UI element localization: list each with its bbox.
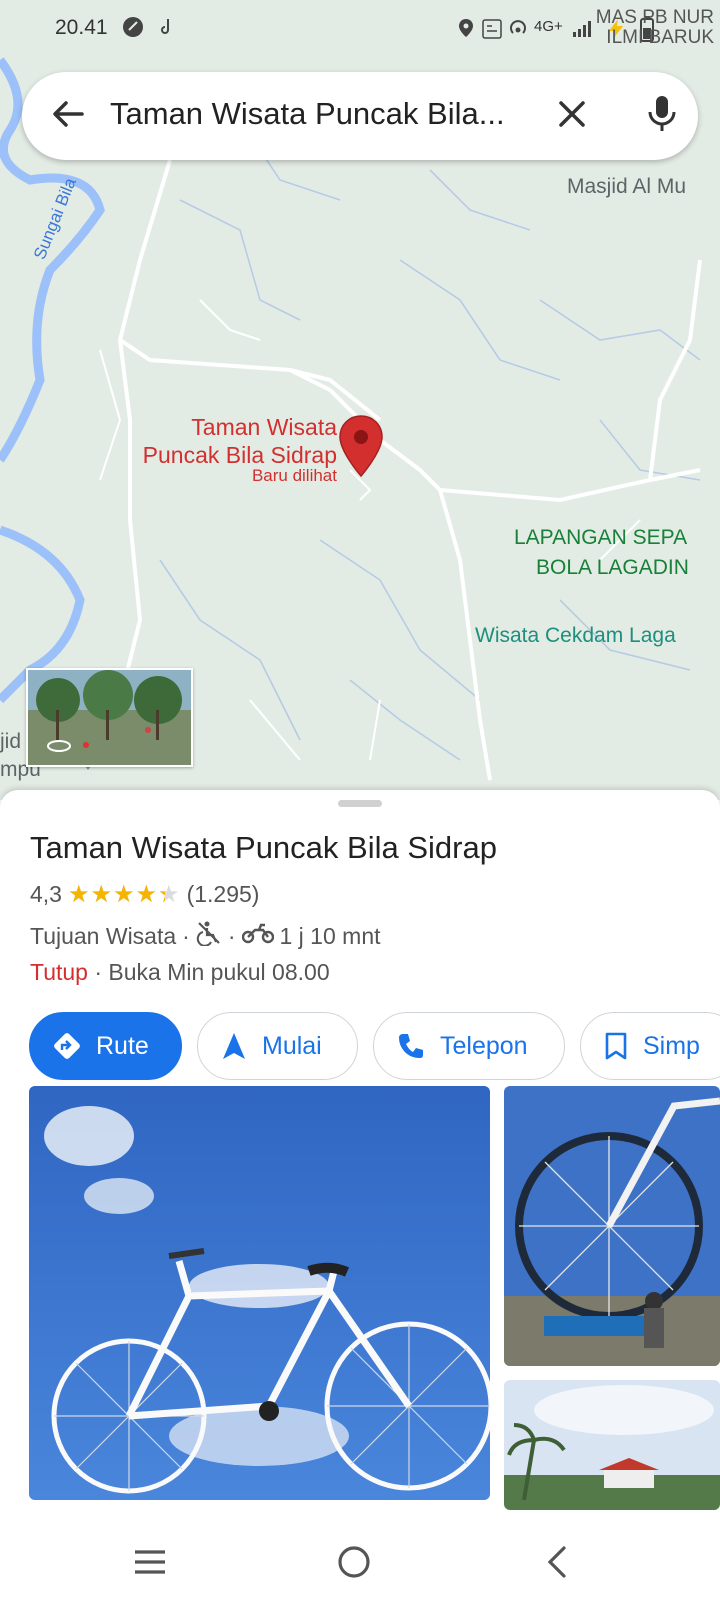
motorcycle-icon xyxy=(241,922,274,950)
separator-1: · xyxy=(182,922,190,949)
status-overlay-line1: MAS PB NUR xyxy=(595,7,714,28)
photo-main[interactable] xyxy=(29,1086,490,1500)
status-time: 20.41 xyxy=(55,16,108,39)
rating-stars: ★★★★★ ★★★★★ xyxy=(68,880,181,909)
category-row: Tujuan Wisata · · 1 j 10 mnt xyxy=(30,920,381,952)
call-button[interactable]: Telepon xyxy=(373,1012,565,1080)
photo-2[interactable] xyxy=(504,1086,720,1366)
bookmark-icon xyxy=(605,1032,627,1060)
directions-icon xyxy=(54,1033,80,1059)
microphone-icon[interactable] xyxy=(642,92,682,141)
pin-title-line1: Taman Wisata xyxy=(191,414,337,440)
save-label: Simp xyxy=(643,1031,700,1060)
360-view-icon xyxy=(47,740,71,752)
recent-apps-icon[interactable] xyxy=(130,1542,170,1582)
system-nav-bar xyxy=(0,1528,720,1600)
location-pin-icon[interactable] xyxy=(338,414,384,483)
hotspot-icon xyxy=(508,18,528,43)
hours-row[interactable]: Tutup · Buka Min pukul 08.00 xyxy=(30,959,330,986)
map-label-lapangan-line2[interactable]: BOLA LAGADIN xyxy=(536,556,689,580)
map-label-masjid[interactable]: Masjid Al Mu xyxy=(567,175,686,199)
opening-info: · Buka Min pukul 08.00 xyxy=(94,959,330,985)
pin-title-line2: Puncak Bila Sidrap xyxy=(142,442,337,468)
route-button[interactable]: Rute xyxy=(29,1012,182,1080)
save-button[interactable]: Simp xyxy=(580,1012,720,1080)
back-arrow-icon[interactable] xyxy=(48,94,88,139)
pin-title[interactable]: Taman Wisata Puncak Bila Sidrap xyxy=(143,413,337,469)
travel-time: 1 j 10 mnt xyxy=(279,922,381,949)
volte-icon xyxy=(482,18,502,42)
rating-row[interactable]: 4,3 ★★★★★ ★★★★★ (1.295) xyxy=(30,880,259,909)
call-label: Telepon xyxy=(440,1031,528,1060)
closed-status: Tutup xyxy=(30,959,88,985)
search-query[interactable]: Taman Wisata Puncak Bila... xyxy=(110,96,540,132)
signal-icon xyxy=(572,20,592,43)
start-label: Mulai xyxy=(262,1031,322,1060)
route-label: Rute xyxy=(96,1031,149,1060)
drag-handle[interactable] xyxy=(338,800,382,807)
start-button[interactable]: Mulai xyxy=(197,1012,358,1080)
back-nav-icon[interactable] xyxy=(538,1542,578,1582)
place-name: Taman Wisata Puncak Bila Sidrap xyxy=(30,830,497,865)
status-overlay-line2: ILMI BARUK xyxy=(606,27,714,48)
map-label-edge-1: jid xyxy=(0,730,22,753)
separator-2: · xyxy=(227,922,236,949)
map-label-cekdam[interactable]: Wisata Cekdam Laga xyxy=(475,624,676,648)
phone-icon xyxy=(399,1034,423,1058)
rating-value: 4,3 xyxy=(30,881,62,907)
search-bar[interactable]: Taman Wisata Puncak Bila... xyxy=(22,72,698,160)
status-bar: 20.41 4G+ MAS PB NUR ILMI BARUK xyxy=(0,0,720,60)
no-wheelchair-icon xyxy=(196,920,222,952)
navigation-arrow-icon xyxy=(223,1033,245,1059)
star-glyphs: ★★★★★ ★★★★★ xyxy=(68,880,181,909)
network-type: 4G+ xyxy=(534,18,563,35)
pin-subtitle: Baru dilihat xyxy=(251,466,337,485)
photo-3[interactable] xyxy=(504,1380,720,1510)
status-overlay-text: MAS PB NUR ILMI BARUK xyxy=(596,8,714,48)
place-category: Tujuan Wisata xyxy=(30,922,177,949)
home-icon[interactable] xyxy=(334,1542,374,1582)
street-view-thumbnail[interactable] xyxy=(26,668,193,767)
location-status-icon xyxy=(458,18,474,43)
stars-filled: ★★★★★ xyxy=(67,881,165,908)
app-notification-icon xyxy=(122,16,144,43)
clear-icon[interactable] xyxy=(552,94,592,139)
map-label-lapangan-line1[interactable]: LAPANGAN SEPA xyxy=(514,526,687,550)
review-count: (1.295) xyxy=(186,881,260,907)
tiktok-icon xyxy=(160,18,174,41)
